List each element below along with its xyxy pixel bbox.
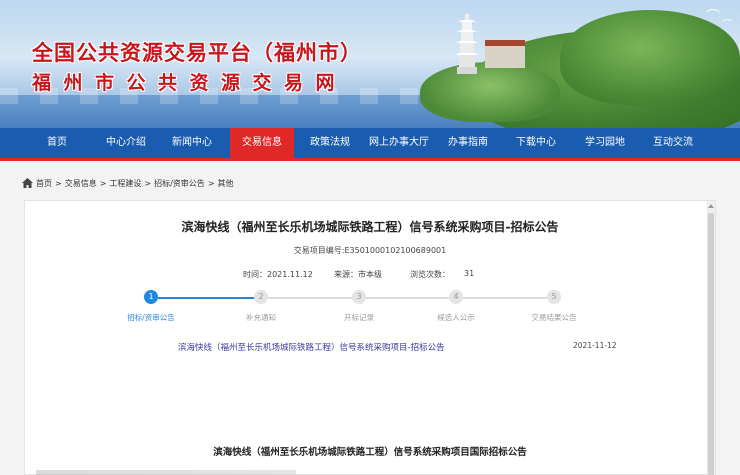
breadcrumb-tender-notice[interactable]: 招标/资审公告 bbox=[154, 178, 205, 189]
step-connector bbox=[366, 297, 450, 299]
main-nav: 首页 中心介绍 新闻中心 交易信息 政策法规 网上办事大厅 办事指南 下载中心 … bbox=[0, 128, 740, 161]
step-2-label[interactable]: 补充通知 bbox=[216, 312, 306, 323]
views-count: 31 bbox=[464, 269, 475, 278]
home-icon bbox=[22, 178, 33, 188]
notice-body-title: 滨海快线（福州至长乐机场城际铁路工程）信号系统采购项目国际招标公告 bbox=[213, 447, 527, 458]
banner-hill bbox=[420, 62, 560, 122]
breadcrumb-trading-info[interactable]: 交易信息 bbox=[65, 178, 97, 189]
header-banner: ⌒ ⌒ 全国公共资源交易平台（福州市） 福州市公共资源交易网 bbox=[0, 0, 740, 128]
breadcrumb-separator: > bbox=[99, 178, 107, 188]
scroll-up-arrow-icon[interactable] bbox=[708, 204, 714, 208]
nav-item-trading-info[interactable]: 交易信息 bbox=[230, 128, 294, 158]
content-panel bbox=[24, 200, 716, 475]
breadcrumb-separator: > bbox=[55, 178, 62, 188]
scrollbar[interactable] bbox=[707, 201, 715, 475]
step-4-circle[interactable]: 4 bbox=[449, 290, 463, 304]
bird-icon: ⌒ bbox=[722, 20, 732, 31]
nav-item-news[interactable]: 新闻中心 bbox=[164, 128, 220, 158]
nav-item-policies[interactable]: 政策法规 bbox=[302, 128, 358, 158]
step-4-label[interactable]: 候选人公示 bbox=[411, 312, 501, 323]
page-root: ⌒ ⌒ 全国公共资源交易平台（福州市） 福州市公共资源交易网 首页 中心介绍 新… bbox=[0, 0, 740, 475]
nav-item-learning[interactable]: 学习园地 bbox=[576, 128, 634, 158]
views-label: 浏览次数： bbox=[410, 270, 450, 279]
nav-item-online-hall[interactable]: 网上办事大厅 bbox=[364, 128, 434, 158]
notice-link[interactable]: 滨海快线（福州至长乐机场城际铁路工程）信号系统采购项目-招标公告 bbox=[178, 341, 445, 353]
step-1-circle[interactable]: 1 bbox=[144, 290, 158, 304]
step-connector bbox=[463, 297, 548, 299]
site-title: 全国公共资源交易平台（福州市） bbox=[32, 41, 362, 65]
source: 来源：市本级 bbox=[334, 270, 382, 279]
nav-item-guide[interactable]: 办事指南 bbox=[440, 128, 496, 158]
breadcrumb-separator: > bbox=[207, 178, 215, 188]
step-3-label[interactable]: 开标记录 bbox=[314, 312, 404, 323]
nav-item-interaction[interactable]: 互动交流 bbox=[644, 128, 702, 158]
site-subtitle: 福州市公共资源交易网 bbox=[32, 72, 348, 94]
article-title: 滨海快线（福州至长乐机场城际铁路工程）信号系统采购项目-招标公告 bbox=[181, 220, 559, 234]
pagoda-image bbox=[455, 14, 479, 74]
step-1-label[interactable]: 招标/资审公告 bbox=[106, 312, 196, 323]
banner-building bbox=[485, 40, 525, 68]
breadcrumb-other[interactable]: 其他 bbox=[218, 178, 234, 189]
breadcrumb-separator: > bbox=[144, 178, 152, 188]
step-5-label[interactable]: 交易结果公告 bbox=[509, 312, 599, 323]
project-number: 交易项目编号:E3501000102100689001 bbox=[293, 246, 447, 255]
nav-item-about[interactable]: 中心介绍 bbox=[98, 128, 154, 158]
breadcrumb-construction[interactable]: 工程建设 bbox=[109, 178, 141, 189]
step-connector-active bbox=[158, 297, 255, 299]
breadcrumb-home[interactable]: 首页 bbox=[36, 178, 52, 189]
step-3-circle[interactable]: 3 bbox=[352, 290, 366, 304]
publish-time: 时间：2021.11.12 bbox=[243, 270, 313, 279]
bird-icon: ⌒ bbox=[706, 9, 720, 25]
breadcrumb: 首页 > 交易信息 > 工程建设 > 招标/资审公告 > 其他 bbox=[22, 176, 234, 190]
step-5-circle[interactable]: 5 bbox=[547, 290, 561, 304]
step-2-circle[interactable]: 2 bbox=[254, 290, 268, 304]
notice-date: 2021-11-12 bbox=[573, 341, 617, 350]
nav-item-downloads[interactable]: 下载中心 bbox=[508, 128, 564, 158]
nav-item-home[interactable]: 首页 bbox=[32, 128, 82, 158]
step-connector bbox=[268, 297, 353, 299]
truncated-text-line bbox=[36, 470, 296, 475]
